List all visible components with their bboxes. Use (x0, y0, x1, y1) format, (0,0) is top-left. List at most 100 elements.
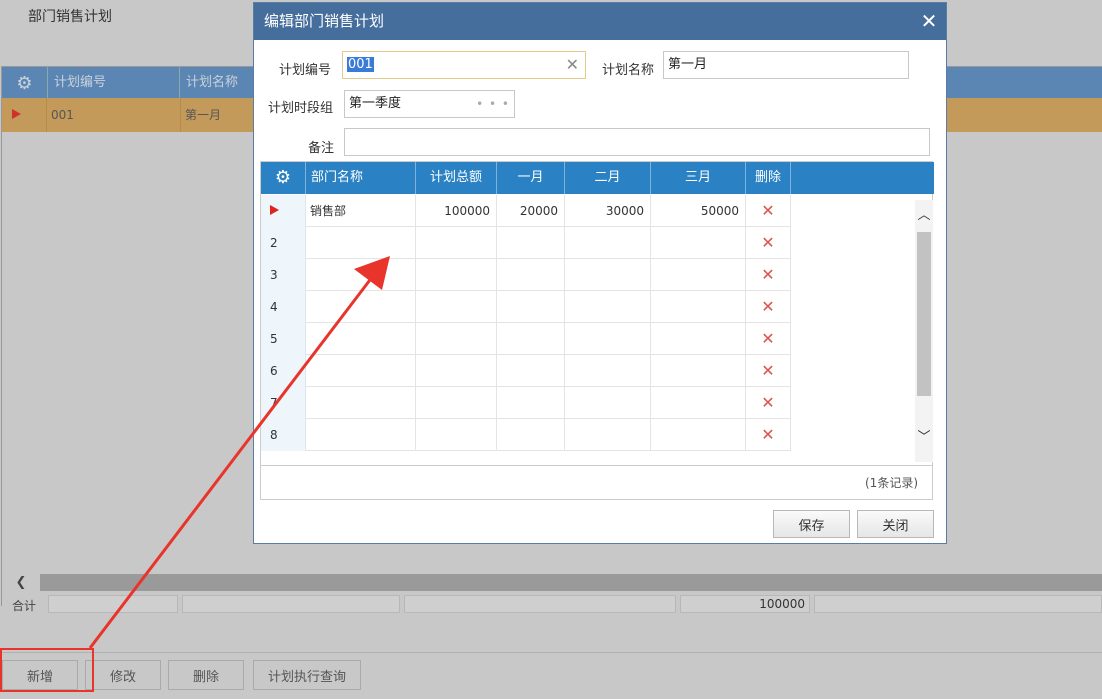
cell-jan[interactable] (497, 291, 565, 323)
total-amount: 100000 (680, 595, 810, 613)
header-delete: 删除 (746, 162, 791, 194)
cell-jan[interactable] (497, 387, 565, 419)
header-feb[interactable]: 二月 (565, 162, 651, 194)
delete-row-icon[interactable]: ✕ (746, 355, 791, 387)
cell-mar[interactable] (651, 355, 746, 387)
cell-dept-name[interactable] (306, 323, 416, 355)
delete-row-icon[interactable]: ✕ (746, 323, 791, 355)
close-icon[interactable]: ✕ (920, 11, 938, 31)
cell-plan-total[interactable]: 100000 (416, 195, 497, 227)
delete-row-icon[interactable]: ✕ (746, 259, 791, 291)
cell-plan-total[interactable] (416, 323, 497, 355)
more-icon[interactable]: • • • (476, 91, 510, 117)
total-row: 合计 100000 (2, 593, 1102, 617)
cell-mar[interactable]: 50000 (651, 195, 746, 227)
cell-jan[interactable] (497, 259, 565, 291)
delete-row-icon[interactable]: ✕ (746, 291, 791, 323)
header-jan[interactable]: 一月 (497, 162, 565, 194)
cell-feb[interactable] (565, 291, 651, 323)
period-group-value: 第一季度 (349, 96, 402, 111)
clear-icon[interactable]: ✕ (566, 56, 579, 74)
cell-dept-name[interactable] (306, 387, 416, 419)
total-cell (48, 595, 178, 613)
table-row[interactable]: 2 ✕ (261, 227, 791, 259)
cell-plan-no: 001 (46, 98, 180, 132)
table-row[interactable]: 6 ✕ (261, 355, 791, 387)
chevron-down-icon[interactable]: ﹀ (915, 428, 933, 448)
chevron-left-icon[interactable]: ❮ (2, 574, 40, 591)
cell-plan-total[interactable] (416, 419, 497, 451)
header-plan-total[interactable]: 计划总额 (416, 162, 497, 194)
delete-row-icon[interactable]: ✕ (746, 227, 791, 259)
cell-dept-name[interactable] (306, 227, 416, 259)
plan-no-input[interactable]: 001 ✕ (342, 51, 586, 79)
header-mar[interactable]: 三月 (651, 162, 746, 194)
cell-feb[interactable] (565, 355, 651, 387)
horizontal-scrollbar[interactable]: ❮ (2, 574, 1102, 591)
cell-feb[interactable] (565, 259, 651, 291)
cell-feb[interactable] (565, 387, 651, 419)
execution-query-button[interactable]: 计划执行查询 (253, 660, 361, 690)
edit-button[interactable]: 修改 (85, 660, 161, 690)
cell-feb[interactable] (565, 419, 651, 451)
page-title: 部门销售计划 (28, 9, 112, 25)
cell-mar[interactable] (651, 323, 746, 355)
edit-plan-dialog: 编辑部门销售计划 ✕ 计划编号 001 ✕ 计划名称 第一月 计划时段组 第一季… (253, 2, 947, 544)
total-cell (182, 595, 400, 613)
cell-dept-name[interactable] (306, 355, 416, 387)
plan-name-label: 计划名称 (602, 63, 655, 78)
cell-feb[interactable] (565, 227, 651, 259)
cell-feb[interactable] (565, 323, 651, 355)
header-dept-name[interactable]: 部门名称 (306, 162, 416, 194)
gear-icon[interactable]: ⚙ (2, 67, 48, 99)
cell-plan-total[interactable] (416, 259, 497, 291)
cell-mar[interactable] (651, 291, 746, 323)
delete-row-icon[interactable]: ✕ (746, 195, 791, 227)
cell-plan-total[interactable] (416, 227, 497, 259)
vertical-scrollbar[interactable]: ︿ ﹀ (915, 200, 933, 462)
close-button[interactable]: 关闭 (857, 510, 934, 538)
period-group-picker[interactable]: 第一季度 • • • (344, 90, 515, 118)
cell-plan-total[interactable] (416, 355, 497, 387)
cell-dept-name[interactable]: 销售部 (306, 195, 416, 227)
table-row[interactable]: 5 ✕ (261, 323, 791, 355)
table-row[interactable]: 销售部 100000 20000 30000 50000 ✕ (261, 195, 791, 227)
delete-row-icon[interactable]: ✕ (746, 387, 791, 419)
delete-button[interactable]: 删除 (168, 660, 244, 690)
cell-dept-name[interactable] (306, 291, 416, 323)
table-row[interactable]: 3 ✕ (261, 259, 791, 291)
annotation-highlight-box (0, 648, 94, 692)
cell-jan[interactable] (497, 355, 565, 387)
row-number: 2 (261, 227, 306, 259)
cell-dept-name[interactable] (306, 259, 416, 291)
cell-feb[interactable]: 30000 (565, 195, 651, 227)
plan-no-value: 001 (347, 57, 374, 72)
save-button[interactable]: 保存 (773, 510, 850, 538)
chevron-up-icon[interactable]: ︿ (915, 206, 933, 226)
dept-plan-grid: ⚙ 部门名称 计划总额 一月 二月 三月 删除 销售部 100000 20000 30… (260, 161, 934, 500)
row-number: 8 (261, 419, 306, 451)
scrollbar-thumb[interactable] (917, 232, 931, 396)
header-plan-name[interactable]: 计划名称 (180, 67, 256, 99)
cell-dept-name[interactable] (306, 419, 416, 451)
plan-name-input[interactable]: 第一月 (663, 51, 909, 79)
cell-plan-total[interactable] (416, 387, 497, 419)
table-row[interactable]: 8 ✕ (261, 419, 791, 451)
cell-jan[interactable] (497, 227, 565, 259)
header-plan-no[interactable]: 计划编号 (48, 67, 180, 99)
cell-jan[interactable] (497, 419, 565, 451)
gear-icon[interactable]: ⚙ (261, 162, 306, 194)
table-row[interactable]: 7 ✕ (261, 387, 791, 419)
cell-jan[interactable] (497, 323, 565, 355)
delete-row-icon[interactable]: ✕ (746, 419, 791, 451)
cell-mar[interactable] (651, 419, 746, 451)
table-row[interactable]: 4 ✕ (261, 291, 791, 323)
cell-mar[interactable] (651, 387, 746, 419)
remark-input[interactable] (344, 128, 930, 156)
row-number (261, 195, 306, 227)
cell-mar[interactable] (651, 227, 746, 259)
divider (0, 652, 1102, 653)
cell-mar[interactable] (651, 259, 746, 291)
cell-plan-total[interactable] (416, 291, 497, 323)
cell-jan[interactable]: 20000 (497, 195, 565, 227)
